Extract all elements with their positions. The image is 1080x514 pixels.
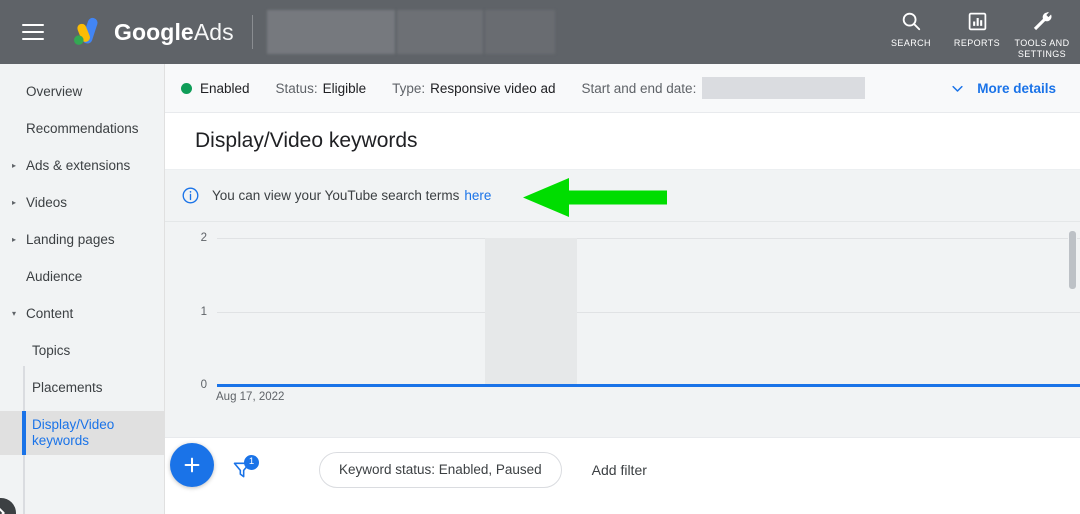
google-ads-logo-icon xyxy=(74,17,98,45)
sidebar-item-overview[interactable]: Overview xyxy=(0,78,164,106)
hamburger-menu-icon[interactable] xyxy=(22,24,44,40)
search-button[interactable]: SEARCH xyxy=(878,9,944,49)
topbar-divider xyxy=(251,15,253,49)
expand-caret-icon[interactable]: ▸ xyxy=(12,236,24,244)
chart-card: 2 1 0 Aug 17, 2022 xyxy=(165,222,1080,437)
redacted-block xyxy=(484,10,555,54)
chart-gridline xyxy=(217,312,1080,313)
expand-caret-icon[interactable]: ▸ xyxy=(12,162,24,170)
chart-ytick-label: 2 xyxy=(200,232,207,244)
chart-ytick-label: 1 xyxy=(200,306,207,318)
sidebar-item-videos[interactable]: ▸ Videos xyxy=(0,189,164,217)
sidebar-item-label: Ads & extensions xyxy=(26,158,131,173)
chevron-right-icon xyxy=(0,507,5,514)
filter-count-badge: 1 xyxy=(244,454,259,470)
brand-ads-label: Ads xyxy=(193,18,234,45)
add-filter-button[interactable]: Add filter xyxy=(592,462,647,478)
page-title-bar: Display/Video keywords xyxy=(165,113,1080,170)
sidebar-item-label: Landing pages xyxy=(26,232,115,247)
info-banner-text: You can view your YouTube search terms xyxy=(212,188,460,203)
sidebar-expand-handle[interactable] xyxy=(0,498,16,514)
expand-caret-icon[interactable]: ▸ xyxy=(12,199,24,207)
page-title: Display/Video keywords xyxy=(195,129,418,152)
sidebar-item-landing-pages[interactable]: ▸ Landing pages xyxy=(0,226,164,254)
sidebar-item-ads-extensions[interactable]: ▸ Ads & extensions xyxy=(0,152,164,180)
top-app-bar: GoogleAds SEARCH REPORTS TOOLS AND SETTI… xyxy=(0,0,1080,64)
search-button-label: SEARCH xyxy=(891,38,931,48)
ad-status-bar: Enabled Status: Eligible Type: Responsiv… xyxy=(165,64,1080,113)
add-keyword-fab[interactable] xyxy=(170,443,214,487)
performance-chart: 2 1 0 Aug 17, 2022 xyxy=(165,222,1080,437)
enabled-status: Enabled xyxy=(181,81,250,96)
status-field-value: Eligible xyxy=(322,80,367,96)
status-field-key: Status: xyxy=(275,80,318,96)
chart-ytick-label: 0 xyxy=(200,379,207,391)
sidebar-item-label: Videos xyxy=(26,195,68,210)
add-filter-label: Add filter xyxy=(591,461,647,478)
sidebar-item-label: Display/Video keywords xyxy=(32,417,115,448)
status-field: Status: Eligible xyxy=(276,81,367,96)
search-icon xyxy=(900,9,922,33)
chart-vertical-scrollbar[interactable] xyxy=(1068,230,1077,290)
sidebar-item-content[interactable]: ▾ Content xyxy=(0,300,164,328)
sidebar-item-display-video-keywords[interactable]: Display/Video keywords xyxy=(0,411,164,455)
main-content: Enabled Status: Eligible Type: Responsiv… xyxy=(165,64,1080,514)
chart-shaded-band xyxy=(485,238,577,386)
youtube-search-terms-link[interactable]: here xyxy=(464,188,491,203)
sidebar-item-recommendations[interactable]: Recommendations xyxy=(0,115,164,143)
filter-chip-keyword-status[interactable]: Keyword status: Enabled, Paused xyxy=(319,451,562,488)
google-ads-app: GoogleAds SEARCH REPORTS TOOLS AND SETTI… xyxy=(0,0,1080,514)
date-field-key: Start and end date: xyxy=(581,80,697,96)
type-field-value: Responsive video ad xyxy=(430,80,556,96)
filter-funnel-button[interactable]: 1 xyxy=(227,454,259,485)
chart-plot-area: 2 1 0 Aug 17, 2022 xyxy=(201,232,1080,403)
date-field: Start and end date: xyxy=(581,77,866,99)
date-value-redacted xyxy=(702,77,866,99)
more-details-button[interactable]: More details xyxy=(950,81,1056,96)
topbar-actions: SEARCH REPORTS TOOLS AND SETTINGS xyxy=(878,0,1080,64)
reports-button-label: REPORTS xyxy=(953,38,1001,48)
status-badge: Enabled xyxy=(200,80,250,96)
redacted-block xyxy=(266,10,395,54)
wrench-tools-icon xyxy=(1031,9,1054,33)
brand-google-label: Google xyxy=(114,18,194,45)
chart-gridline xyxy=(217,238,1080,239)
tools-and-settings-button[interactable]: TOOLS AND SETTINGS xyxy=(1010,9,1074,60)
account-info-redacted[interactable] xyxy=(266,10,555,54)
sidebar-item-audience[interactable]: Audience xyxy=(0,263,164,291)
collapse-caret-icon[interactable]: ▾ xyxy=(12,310,24,318)
sidebar-item-label: Content xyxy=(26,306,74,321)
hamburger-bar xyxy=(22,31,44,33)
sidebar-item-label: Recommendations xyxy=(26,121,139,136)
sidebar-item-topics[interactable]: Topics xyxy=(0,337,164,365)
reports-button[interactable]: REPORTS xyxy=(944,9,1010,49)
chevron-down-icon xyxy=(950,81,965,96)
info-circle-icon xyxy=(181,186,200,205)
sidebar-item-label: Overview xyxy=(26,84,83,99)
hamburger-bar xyxy=(22,24,44,26)
sidebar-item-label: Placements xyxy=(32,380,103,395)
status-dot-icon xyxy=(181,82,192,94)
sidebar-item-label: Audience xyxy=(26,269,83,284)
filter-bar: 1 Keyword status: Enabled, Paused Add fi… xyxy=(165,437,1080,501)
hamburger-bar xyxy=(22,38,44,40)
chart-xtick-label: Aug 17, 2022 xyxy=(216,391,285,403)
reports-bar-chart-icon xyxy=(967,9,988,33)
chart-series-line xyxy=(217,384,1080,387)
type-field-key: Type: xyxy=(392,80,426,96)
info-banner: You can view your YouTube search terms h… xyxy=(165,170,1080,222)
brand-text: GoogleAds xyxy=(114,19,234,46)
redacted-block xyxy=(396,10,483,54)
plus-icon xyxy=(184,457,200,473)
filter-chip-label: Keyword status: Enabled, Paused xyxy=(339,462,542,477)
left-navigation-sidebar: Overview Recommendations ▸ Ads & extensi… xyxy=(0,64,165,514)
sidebar-item-placements[interactable]: Placements xyxy=(0,374,164,402)
tools-and-settings-label: TOOLS AND SETTINGS xyxy=(1014,38,1070,59)
type-field: Type: Responsive video ad xyxy=(392,81,555,96)
more-details-label: More details xyxy=(977,80,1056,96)
sidebar-item-label: Topics xyxy=(32,343,71,358)
google-ads-brand[interactable]: GoogleAds xyxy=(69,15,234,49)
